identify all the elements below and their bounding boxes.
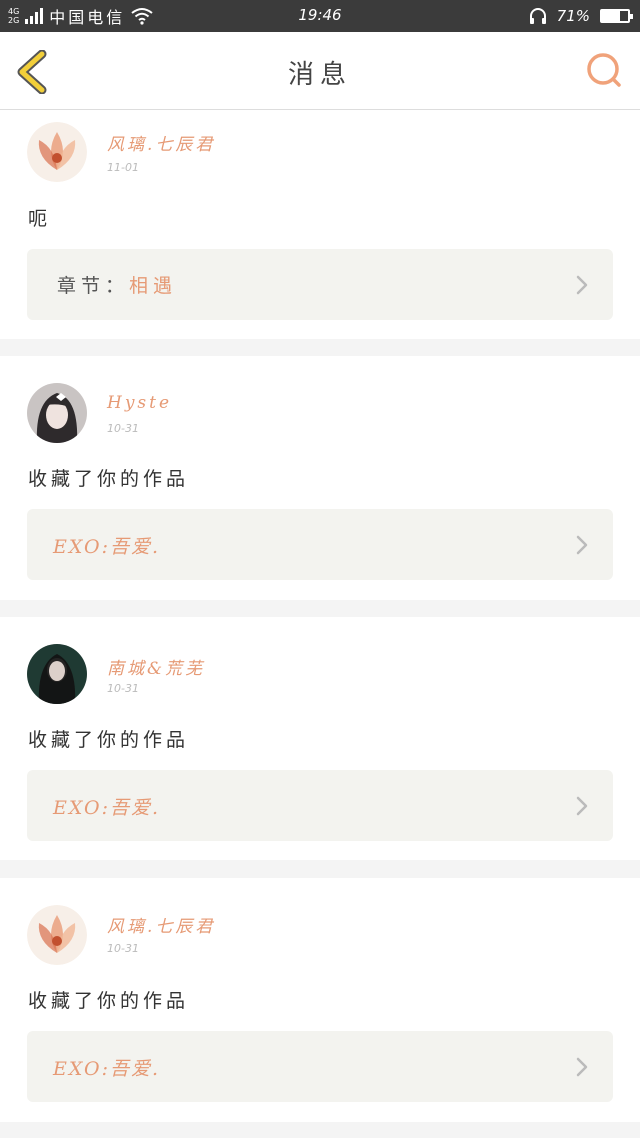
page-title: 消息 <box>287 60 352 90</box>
chevron-right-icon <box>576 1057 588 1077</box>
chevron-right-icon <box>576 796 588 816</box>
message-text: 呃 <box>28 208 52 230</box>
chevron-right-icon <box>576 275 588 295</box>
work-link[interactable]: EXO:吾爱. <box>27 509 613 580</box>
work-title: EXO:吾爱. <box>53 1058 161 1080</box>
chevron-right-icon <box>576 535 588 555</box>
search-icon[interactable] <box>584 50 624 90</box>
chapter-link[interactable]: 章节：相遇 <box>27 249 613 320</box>
message-card: 风璃.七辰君 11-01 呃 章节：相遇 <box>0 110 640 339</box>
battery-percent: 71% <box>556 7 590 25</box>
message-date: 10-31 <box>107 682 139 695</box>
chapter-ref: 章节：相遇 <box>57 271 177 298</box>
message-date: 10-31 <box>107 422 139 435</box>
message-date: 10-31 <box>107 942 139 955</box>
message-card: 风璃.七辰君 10-31 收藏了你的作品 EXO:吾爱. <box>0 878 640 1122</box>
work-title: EXO:吾爱. <box>53 536 161 558</box>
avatar[interactable] <box>27 905 87 965</box>
avatar[interactable] <box>27 122 87 182</box>
message-card: 南城&荒芜 10-31 收藏了你的作品 EXO:吾爱. <box>0 617 640 860</box>
sender-name[interactable]: 南城&荒芜 <box>107 654 205 679</box>
headphones-icon <box>529 8 546 24</box>
message-text: 收藏了你的作品 <box>28 729 190 751</box>
battery-icon <box>600 9 633 23</box>
dark-avatar-image <box>27 644 87 704</box>
work-title: EXO:吾爱. <box>53 797 161 819</box>
message-card: Hyste 10-31 收藏了你的作品 EXO:吾爱. <box>0 356 640 600</box>
status-right: 71% <box>529 4 633 28</box>
avatar[interactable] <box>27 383 87 443</box>
girl-avatar-image <box>27 383 87 443</box>
sender-name[interactable]: 风璃.七辰君 <box>107 912 215 937</box>
sender-name[interactable]: Hyste <box>107 393 172 413</box>
sender-name[interactable]: 风璃.七辰君 <box>107 130 215 155</box>
work-link[interactable]: EXO:吾爱. <box>27 770 613 841</box>
chapter-label: 章节： <box>57 275 130 297</box>
work-link[interactable]: EXO:吾爱. <box>27 1031 613 1102</box>
flower-avatar-image <box>27 122 87 182</box>
avatar[interactable] <box>27 644 87 704</box>
chapter-title: 相遇 <box>129 275 178 297</box>
nav-header: 消息 <box>0 32 640 110</box>
battery-fill <box>602 11 621 21</box>
flower-avatar-image <box>27 905 87 965</box>
message-text: 收藏了你的作品 <box>28 990 190 1012</box>
message-date: 11-01 <box>107 161 139 174</box>
status-bar: 4G 2G 中国电信 19:46 71% <box>0 0 640 32</box>
message-text: 收藏了你的作品 <box>28 468 190 490</box>
